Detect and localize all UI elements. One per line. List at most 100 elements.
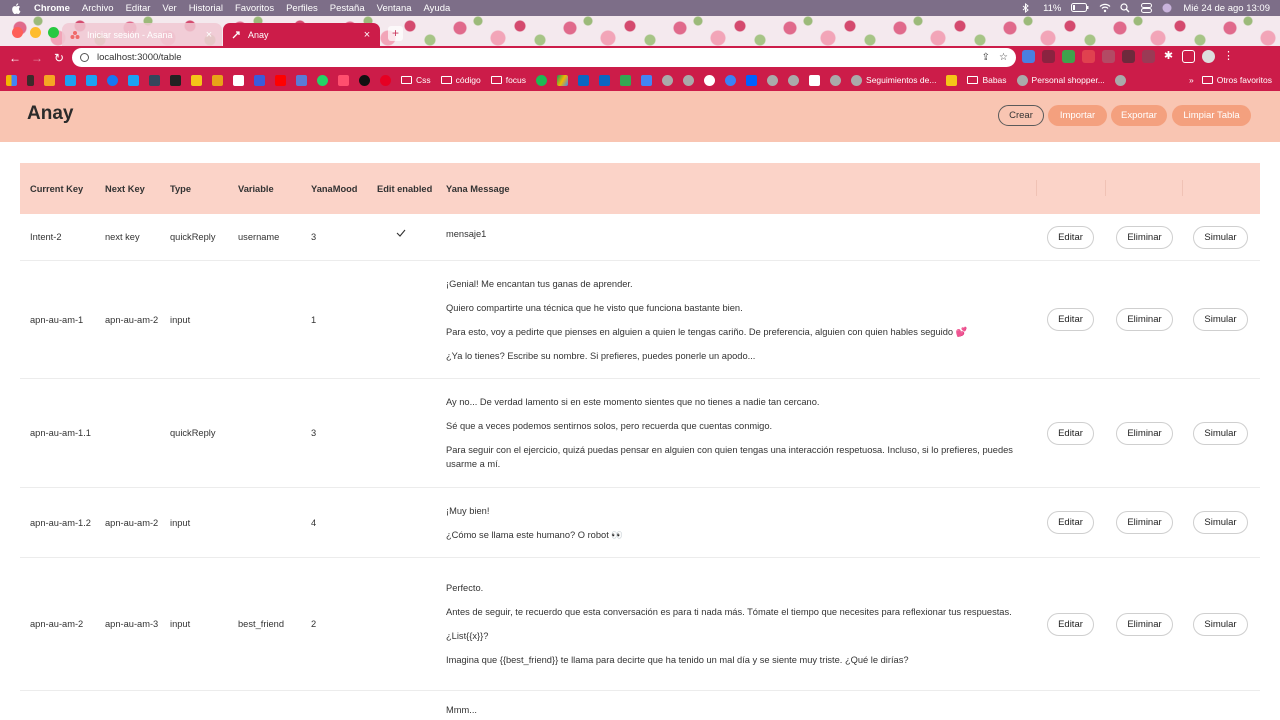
- apple-icon[interactable]: [10, 2, 22, 14]
- create-button[interactable]: Crear: [998, 105, 1044, 126]
- twitter-icon[interactable]: [65, 74, 76, 86]
- twitter-icon[interactable]: [128, 74, 139, 86]
- bookmark-icon[interactable]: [212, 74, 223, 86]
- minimize-window-button[interactable]: [30, 27, 41, 38]
- dropbox-icon[interactable]: [746, 74, 758, 86]
- bookmark-icon[interactable]: [641, 74, 653, 86]
- bookmark-icon[interactable]: [830, 74, 842, 86]
- bookmark-folder-codigo[interactable]: código: [440, 75, 481, 85]
- delete-button[interactable]: Eliminar: [1116, 421, 1173, 445]
- bookmark-icon[interactable]: [725, 74, 737, 86]
- address-bar[interactable]: localhost:3000/table ⇪ ☆: [72, 48, 1016, 67]
- bookmark-folder-babas[interactable]: Babas: [967, 75, 1007, 85]
- more-bookmarks-icon[interactable]: »: [1189, 75, 1194, 85]
- close-tab-icon[interactable]: ×: [204, 29, 214, 41]
- extensions-puzzle-icon[interactable]: ✱: [1162, 50, 1175, 63]
- bookmark-star-icon[interactable]: ☆: [999, 52, 1008, 63]
- reload-icon[interactable]: ↻: [48, 51, 70, 65]
- twitter-icon[interactable]: [86, 74, 97, 86]
- heart-icon[interactable]: [338, 74, 349, 86]
- battery-icon[interactable]: [1071, 3, 1089, 13]
- edit-button[interactable]: Editar: [1047, 511, 1094, 534]
- facebook-icon[interactable]: [107, 74, 118, 86]
- tumblr-icon[interactable]: [149, 74, 160, 86]
- bookmark-folder-css[interactable]: Css: [401, 75, 431, 85]
- bookmark-icon[interactable]: [27, 74, 34, 86]
- share-icon[interactable]: ⇪: [982, 52, 990, 63]
- clear-table-button[interactable]: Limpiar Tabla: [1172, 105, 1251, 126]
- spotlight-search-icon[interactable]: [1120, 3, 1131, 13]
- bookmark-icon[interactable]: [662, 74, 674, 86]
- github-icon[interactable]: [359, 74, 370, 86]
- linkedin-icon[interactable]: [599, 74, 611, 86]
- siri-icon[interactable]: [1162, 3, 1173, 13]
- side-panel-icon[interactable]: [1182, 50, 1195, 63]
- bookmark-icon[interactable]: [296, 74, 307, 86]
- simulate-button[interactable]: Simular: [1193, 225, 1248, 249]
- close-tab-icon[interactable]: ×: [362, 29, 372, 41]
- extension-icon[interactable]: [1142, 50, 1155, 63]
- back-icon[interactable]: ←: [4, 51, 26, 65]
- google-icon[interactable]: [704, 74, 716, 86]
- menu-ver[interactable]: Ver: [162, 3, 176, 14]
- zoom-window-button[interactable]: [48, 27, 59, 38]
- bookmark-icon[interactable]: [254, 74, 265, 86]
- bookmark-icon[interactable]: [233, 74, 244, 86]
- menu-perfiles[interactable]: Perfiles: [286, 3, 318, 14]
- edit-button[interactable]: Editar: [1047, 308, 1094, 331]
- tab-asana[interactable]: Iniciar sesión - Asana ×: [62, 23, 222, 46]
- extension-icon[interactable]: [1062, 50, 1075, 63]
- bookmark-icon[interactable]: [536, 74, 548, 86]
- bookmark-icon[interactable]: [191, 74, 202, 86]
- menu-archivo[interactable]: Archivo: [82, 3, 114, 14]
- bookmark-icon[interactable]: [946, 74, 958, 86]
- menubar-datetime[interactable]: Mié 24 de ago 13:09: [1183, 3, 1270, 14]
- import-button[interactable]: Importar: [1048, 105, 1107, 126]
- edit-button[interactable]: Editar: [1047, 225, 1094, 249]
- control-center-icon[interactable]: [1141, 3, 1153, 13]
- delete-button[interactable]: Eliminar: [1116, 308, 1173, 331]
- menu-historial[interactable]: Historial: [189, 3, 223, 14]
- delete-button[interactable]: Eliminar: [1116, 225, 1173, 249]
- export-button[interactable]: Exportar: [1111, 105, 1167, 126]
- pinterest-icon[interactable]: [380, 74, 391, 86]
- bookmark-icon[interactable]: [788, 74, 800, 86]
- adblock-extension-icon[interactable]: [1082, 50, 1095, 63]
- menu-favoritos[interactable]: Favoritos: [235, 3, 274, 14]
- bookmark-icon[interactable]: [809, 74, 821, 86]
- url-text[interactable]: localhost:3000/table: [97, 52, 973, 63]
- profile-avatar[interactable]: [1202, 50, 1215, 63]
- site-info-icon[interactable]: [80, 53, 89, 62]
- delete-button[interactable]: Eliminar: [1116, 511, 1173, 534]
- tab-anay[interactable]: Anay ×: [223, 23, 380, 46]
- simulate-button[interactable]: Simular: [1193, 612, 1248, 636]
- menu-ayuda[interactable]: Ayuda: [424, 3, 451, 14]
- google-drive-icon[interactable]: [557, 74, 569, 86]
- bookmark-icon[interactable]: [578, 74, 590, 86]
- close-window-button[interactable]: [12, 27, 23, 38]
- bookmark-seguimientos[interactable]: Seguimientos de...: [851, 74, 936, 86]
- maps-icon[interactable]: [620, 74, 632, 86]
- simulate-button[interactable]: Simular: [1193, 421, 1248, 445]
- bookmark-personal-shopper[interactable]: Personal shopper...: [1016, 74, 1105, 86]
- new-tab-button[interactable]: +: [388, 26, 403, 41]
- extension-icon[interactable]: [1102, 50, 1115, 63]
- bookmark-icon[interactable]: [1114, 74, 1126, 86]
- bookmark-icon[interactable]: [767, 74, 779, 86]
- whatsapp-icon[interactable]: [317, 74, 328, 86]
- edit-button[interactable]: Editar: [1047, 612, 1094, 636]
- chrome-menu-icon[interactable]: ⋮: [1222, 50, 1235, 63]
- forward-icon[interactable]: →: [26, 51, 48, 65]
- simulate-button[interactable]: Simular: [1193, 308, 1248, 331]
- flickr-icon[interactable]: [170, 74, 181, 86]
- delete-button[interactable]: Eliminar: [1116, 612, 1173, 636]
- youtube-icon[interactable]: [275, 74, 286, 86]
- bookmark-icon[interactable]: [44, 74, 55, 86]
- wifi-icon[interactable]: [1099, 3, 1111, 13]
- bluetooth-icon[interactable]: [1022, 2, 1033, 14]
- bookmark-folder-focus[interactable]: focus: [490, 75, 526, 85]
- extension-icon[interactable]: [1122, 50, 1135, 63]
- edit-button[interactable]: Editar: [1047, 421, 1094, 445]
- menu-app-name[interactable]: Chrome: [34, 3, 70, 14]
- apps-icon[interactable]: [6, 74, 17, 86]
